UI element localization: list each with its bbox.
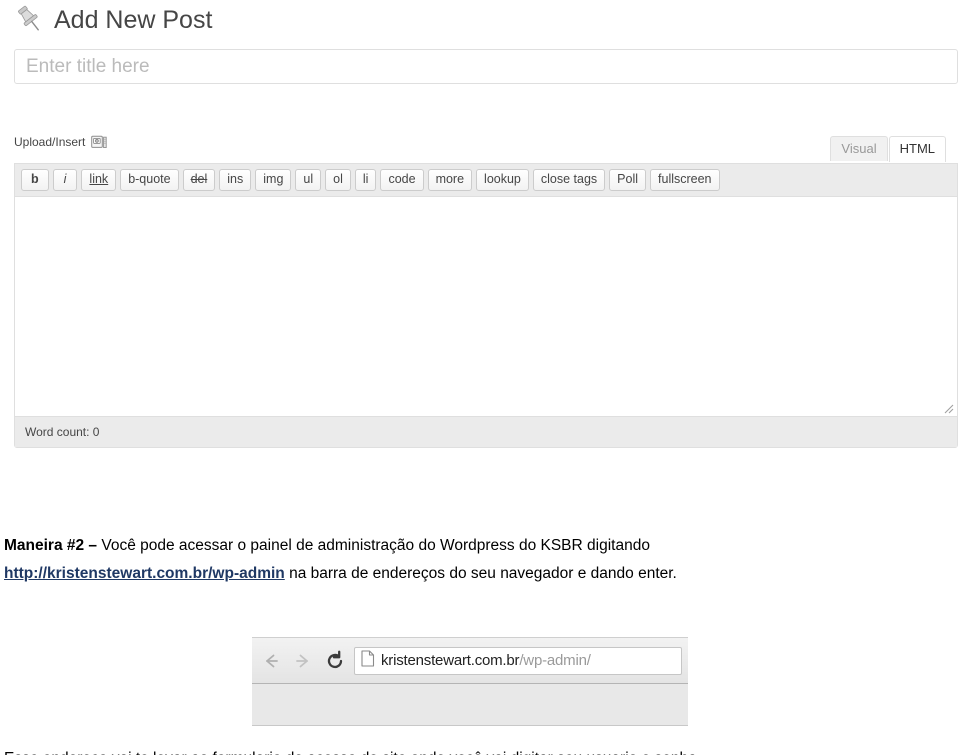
quicktag-b-quote[interactable]: b-quote [120,169,179,191]
page-title: Add New Post [54,6,213,34]
quicktag-more[interactable]: more [427,169,473,191]
document-icon [361,649,375,672]
instruction-paragraph: Maneira #2 – Você pode acessar o painel … [4,532,884,588]
quicktag-fullscreen[interactable]: fullscreen [650,169,720,191]
quicktag-link[interactable]: link [81,169,117,191]
post-editor: b i link b-quote del ins img ul ol li code more look… [14,163,958,448]
word-count-bar: Word count: 0 [15,416,957,447]
footer-paragraph: Esse endereço vai te levar ao formulario… [4,747,701,755]
quicktag-code[interactable]: code [380,169,424,191]
page-header: Add New Post [14,0,212,40]
arrow-right-icon[interactable] [290,648,316,674]
tab-html[interactable]: HTML [888,136,946,162]
browser-address-bar-screenshot: kristenstewart.com.br/wp-admin/ [252,637,688,726]
resize-grip-icon[interactable] [941,401,954,414]
post-content-textarea[interactable] [15,197,957,416]
wordpress-editor-screenshot: Add New Post Upload/Insert Visual HTML b… [0,0,960,455]
quicktag-ol[interactable]: ol [325,169,351,191]
quicktags-toolbar: b i link b-quote del ins img ul ol li code more look… [15,164,957,197]
page-root: Add New Post Upload/Insert Visual HTML b… [0,0,960,755]
upload-insert-control[interactable]: Upload/Insert [14,134,108,150]
browser-toolbar: kristenstewart.com.br/wp-admin/ [252,638,688,684]
browser-bookmarks-bar [252,684,688,726]
quicktag-i[interactable]: i [52,169,78,191]
quicktag-ul[interactable]: ul [295,169,322,191]
word-count-label: Word count: 0 [25,425,100,439]
quicktag-Poll[interactable]: Poll [609,169,647,191]
quicktag-del[interactable]: del [182,169,216,191]
address-bar-input[interactable]: kristenstewart.com.br/wp-admin/ [354,646,682,675]
quicktag-lookup[interactable]: lookup [476,169,529,191]
upload-insert-label: Upload/Insert [14,135,86,149]
paragraph-text-after-link: na barra de endereços do seu navegador e… [284,564,677,582]
paragraph-text-before-link: Você pode acessar o painel de administra… [101,536,650,554]
address-bar-url: kristenstewart.com.br/wp-admin/ [381,652,591,669]
post-title-input[interactable] [14,49,958,84]
paragraph-lead: Maneira #2 – [4,536,102,554]
arrow-left-icon[interactable] [258,648,284,674]
quicktag-li[interactable]: li [354,169,377,191]
editor-mode-tabs: Visual HTML [830,136,946,162]
quicktag-ins[interactable]: ins [219,169,252,191]
quicktag-close-tags[interactable]: close tags [532,169,606,191]
media-upload-icon[interactable] [91,134,108,150]
wp-admin-link[interactable]: http://kristenstewart.com.br/wp-admin [4,565,285,582]
pushpin-icon [14,4,44,36]
tab-visual[interactable]: Visual [830,136,888,161]
url-path: /wp-admin/ [519,652,591,669]
url-domain: kristenstewart.com.br [381,652,520,669]
quicktag-b[interactable]: b [21,169,49,191]
reload-icon[interactable] [322,648,348,674]
quicktag-img[interactable]: img [255,169,292,191]
